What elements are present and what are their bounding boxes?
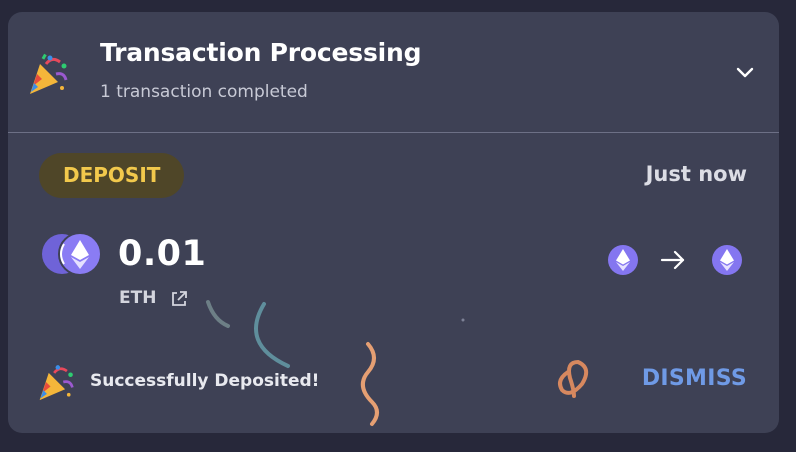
external-link-icon[interactable] — [169, 289, 189, 309]
arrow-right-icon — [660, 250, 685, 270]
token-symbol: ETH — [119, 288, 157, 308]
header-divider — [8, 132, 779, 133]
transaction-type-badge: DEPOSIT — [39, 153, 185, 198]
eth-token-icon — [42, 232, 102, 276]
chevron-down-icon[interactable] — [733, 60, 757, 84]
notification-header[interactable]: Transaction Processing 1 transaction com… — [8, 12, 779, 132]
ethereum-icon — [608, 245, 638, 275]
network-route — [607, 244, 743, 276]
notification-title: Transaction Processing — [100, 38, 422, 67]
transaction-notification-card: Transaction Processing 1 transaction com… — [8, 12, 779, 433]
dismiss-button[interactable]: DISMISS — [642, 366, 747, 391]
party-popper-icon — [39, 365, 74, 401]
notification-subtitle: 1 transaction completed — [100, 82, 308, 102]
transaction-time: Just now — [645, 162, 747, 186]
status-message: Successfully Deposited! — [90, 371, 320, 391]
ethereum-icon — [712, 245, 742, 275]
party-popper-icon — [30, 53, 68, 94]
transaction-amount: 0.01 — [118, 234, 207, 274]
